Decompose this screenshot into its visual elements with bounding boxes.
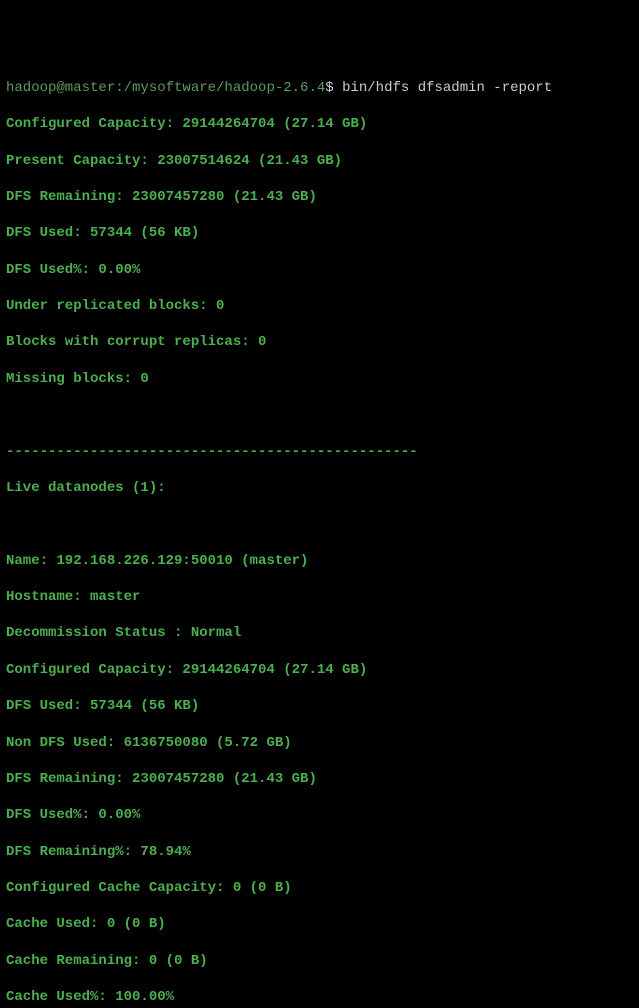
present-capacity: Present Capacity: 23007514624 (21.43 GB) <box>6 152 633 170</box>
live-datanodes-header: Live datanodes (1): <box>6 479 633 497</box>
missing-blocks: Missing blocks: 0 <box>6 370 633 388</box>
datanode-decommission: Decommission Status : Normal <box>6 624 633 642</box>
configured-capacity: Configured Capacity: 29144264704 (27.14 … <box>6 115 633 133</box>
datanode-non-dfs-used: Non DFS Used: 6136750080 (5.72 GB) <box>6 734 633 752</box>
dfs-used: DFS Used: 57344 (56 KB) <box>6 224 633 242</box>
datanode-dfs-used-pct: DFS Used%: 0.00% <box>6 806 633 824</box>
datanode-cache-used: Cache Used: 0 (0 B) <box>6 915 633 933</box>
datanode-dfs-remaining-pct: DFS Remaining%: 78.94% <box>6 843 633 861</box>
datanode-name: Name: 192.168.226.129:50010 (master) <box>6 552 633 570</box>
blank-line-1 <box>6 406 633 424</box>
separator: ----------------------------------------… <box>6 443 633 461</box>
blank-line-2 <box>6 515 633 533</box>
prompt-dollar: $ <box>325 80 333 96</box>
datanode-cache-capacity: Configured Cache Capacity: 0 (0 B) <box>6 879 633 897</box>
command-text: bin/hdfs dfsadmin -report <box>342 80 552 96</box>
dfs-used-pct: DFS Used%: 0.00% <box>6 261 633 279</box>
datanode-configured-capacity: Configured Capacity: 29144264704 (27.14 … <box>6 661 633 679</box>
under-replicated: Under replicated blocks: 0 <box>6 297 633 315</box>
dfs-remaining: DFS Remaining: 23007457280 (21.43 GB) <box>6 188 633 206</box>
corrupt-blocks: Blocks with corrupt replicas: 0 <box>6 333 633 351</box>
prompt-path: :/mysoftware/hadoop-2.6.4 <box>115 80 325 96</box>
datanode-cache-used-pct: Cache Used%: 100.00% <box>6 988 633 1006</box>
datanode-hostname: Hostname: master <box>6 588 633 606</box>
datanode-dfs-remaining: DFS Remaining: 23007457280 (21.43 GB) <box>6 770 633 788</box>
prompt-user-host: hadoop@master <box>6 80 115 96</box>
prompt-line[interactable]: hadoop@master:/mysoftware/hadoop-2.6.4$ … <box>6 79 633 97</box>
datanode-dfs-used: DFS Used: 57344 (56 KB) <box>6 697 633 715</box>
datanode-cache-remaining: Cache Remaining: 0 (0 B) <box>6 952 633 970</box>
